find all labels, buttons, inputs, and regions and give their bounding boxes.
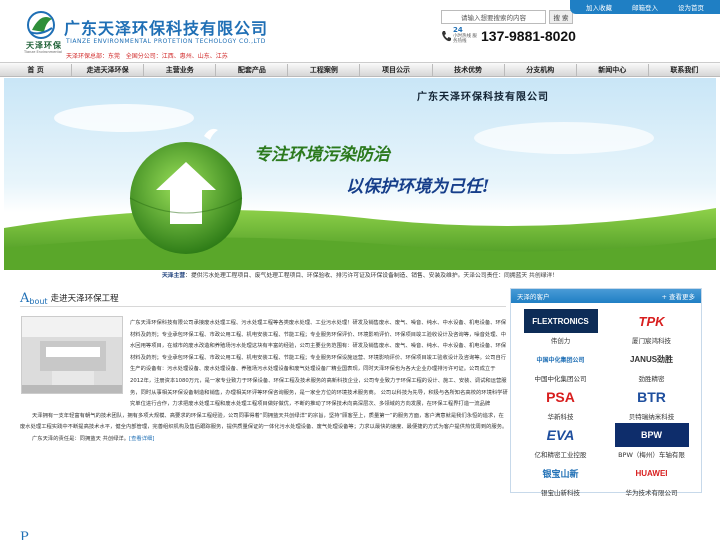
client-item[interactable]: FLEXTRONICS 伟创力 [515,309,606,347]
client-name: 华新科技 [547,413,574,421]
logo-subtext: Tianze Environmental [24,50,62,54]
clients-header: 天泽的客户 + 查看更多 [511,289,701,303]
clients-panel: 天泽的客户 + 查看更多 FLEXTRONICS 伟创力 TPK 厦门宸鸿科技 … [510,288,702,497]
client-item[interactable]: PSA 华新科技 [515,385,606,423]
client-logo-sinochem: 中国中化集团公司 [523,347,598,371]
client-name: 伟创力 [550,337,571,345]
banner-company: 广东天泽环保科技有限公司 [417,92,549,103]
client-name: 银宝山新科技 [541,489,580,497]
bird-icon [204,128,218,140]
search-button[interactable]: 搜 索 [549,10,573,24]
logo-icon[interactable] [24,10,58,40]
client-item[interactable]: TPK 厦门宸鸿科技 [606,309,697,347]
hotline-tag: 24 小时热线 服务热线 [453,26,477,45]
add-favorite-link[interactable]: 加入收藏 [586,2,612,12]
intro-strip: 天泽主营：提供污水处理工程项目、废气处理工程项目、环保验收、排污许可证及环保设备… [0,271,720,281]
nav-item-about[interactable]: 走进天泽环保 [72,63,145,76]
nav-item-cases[interactable]: 工程案例 [288,63,361,76]
clients-more-link[interactable]: + 查看更多 [661,291,695,301]
client-item[interactable]: 中国中化集团公司 中国中化集团公司 [515,347,606,385]
client-item[interactable]: EVA 亿和精密工业控股 [515,423,606,461]
about-para-1-wrap: 广东天泽环保科技有限公司承接废水处理工程、污水处理工程等各类废水处理、工业污水处… [20,318,508,411]
client-logo-flextronics: FLEXTRONICS [523,309,598,333]
intro-text: ：提供污水处理工程项目、废气处理工程项目、环保验收、排污许可证及环保设备制造、销… [185,273,559,279]
client-name: 厦门宸鸿科技 [632,337,671,345]
banner-slogan-2: 以保护环境为己任! [346,177,490,197]
about-more-link[interactable]: [查看详细] [129,436,154,442]
client-name: 中国中化集团公司 [534,375,587,383]
client-name: 亿和精密工业控股 [534,451,587,459]
set-homepage-link[interactable]: 设为首页 [678,2,704,12]
next-section-heading: P [20,530,29,540]
client-item[interactable]: BPW BPW（梅州）车轴有限 [606,423,697,461]
nav-item-branches[interactable]: 分支机构 [505,63,577,76]
nav-item-tech[interactable]: 技术优势 [433,63,505,76]
nav-item-contact[interactable]: 联系我们 [649,64,720,76]
hotline: 24 小时热线 服务热线 137-9881-8020 [441,26,576,45]
page: 天泽环保 Tianze Environmental 广东天泽环保科技有限公司 T… [0,0,720,540]
about-heading: About 走进天泽环保工程 [20,289,506,307]
nav-item-news[interactable]: 新闻中心 [577,63,649,76]
client-name: BPW（梅州）车轴有限 [618,451,685,459]
client-logo-janus: JANUS劲胜 [614,347,689,371]
about-title: 走进天泽环保工程 [50,294,119,304]
nav-item-products[interactable]: 配套产品 [216,63,289,76]
client-logo-btr: BTR [614,385,689,409]
globe-graphic [129,142,243,254]
banner-slogan-1: 专注环境污染防治 [254,145,390,165]
about-heading-rest: bout [29,297,48,306]
intro-label: 天泽主营 [161,273,186,279]
client-logo-bpw: BPW [614,423,689,447]
clients-grid: FLEXTRONICS 伟创力 TPK 厦门宸鸿科技 中国中化集团公司 中国中化… [511,303,701,499]
branches-list: 全国分公司：江西、惠州、山东、江苏 [125,53,228,60]
client-item[interactable]: JANUS劲胜 劲胜精密 [606,347,697,385]
main-nav: 首 页 走进天泽环保 主营业务 配套产品 工程案例 项目公示 技术优势 分支机构… [0,62,720,77]
about-para-1: 广东天泽环保科技有限公司承接废水处理工程、污水处理工程等各类废水处理、工业污水处… [130,320,508,408]
search-input[interactable]: 请输入想要搜索的内容 [441,10,546,24]
client-item[interactable]: HUAWEI 华为技术有限公司 [606,461,697,499]
hero-banner[interactable]: 广东天泽环保科技有限公司 专注环境污染防治 以保护环境为己任! [4,78,716,270]
company-name-en: TIANZE ENVIRONMENTAL PROTETION TECHOLOGY… [66,38,266,45]
client-logo-tpk: TPK [614,309,689,333]
email-login-link[interactable]: 邮箱登入 [632,2,658,12]
clients-title: 天泽的客户 [517,293,550,301]
hotline-number: 137-9881-8020 [481,28,576,44]
client-item[interactable]: 银宝山新 银宝山新科技 [515,461,606,499]
client-name: 贝特瑞纳米科技 [628,413,675,421]
client-logo-eva: EVA [523,423,598,447]
client-logo-yinbaoshanxin: 银宝山新 [523,461,598,485]
client-name: 华为技术有限公司 [625,489,678,497]
about-heading-initial: A [20,291,30,306]
client-item[interactable]: BTR 贝特瑞纳米科技 [606,385,697,423]
nav-item-home[interactable]: 首 页 [0,63,73,76]
client-logo-huawei: HUAWEI [614,461,689,485]
about-para-3: 广东天泽的责任是：同拥蓝天 共创绿洋。[查看详细] [32,435,155,442]
client-name: 劲胜精密 [638,375,665,383]
top-links: 加入收藏 邮箱登入 设为首页 [570,0,720,14]
about-para-2: 天泽拥有一支年轻富有朝气的技术团队，拥有多项大规模、高要求的环保工程经验，公司同… [20,412,508,431]
company-name: 广东天泽环保科技有限公司 [64,19,269,38]
client-logo-psa: PSA [523,385,598,409]
branches-hq: 天泽环保总部：东莞 [66,53,121,60]
nav-item-projects[interactable]: 项目公示 [360,63,433,76]
phone-icon [442,31,451,42]
about-body: 广东天泽环保科技有限公司承接废水处理工程、污水处理工程等各类废水处理、工业污水处… [20,318,508,446]
nav-item-business[interactable]: 主营业务 [144,63,217,76]
branches: 天泽环保总部：东莞 全国分公司：江西、惠州、山东、江苏 [66,51,228,60]
